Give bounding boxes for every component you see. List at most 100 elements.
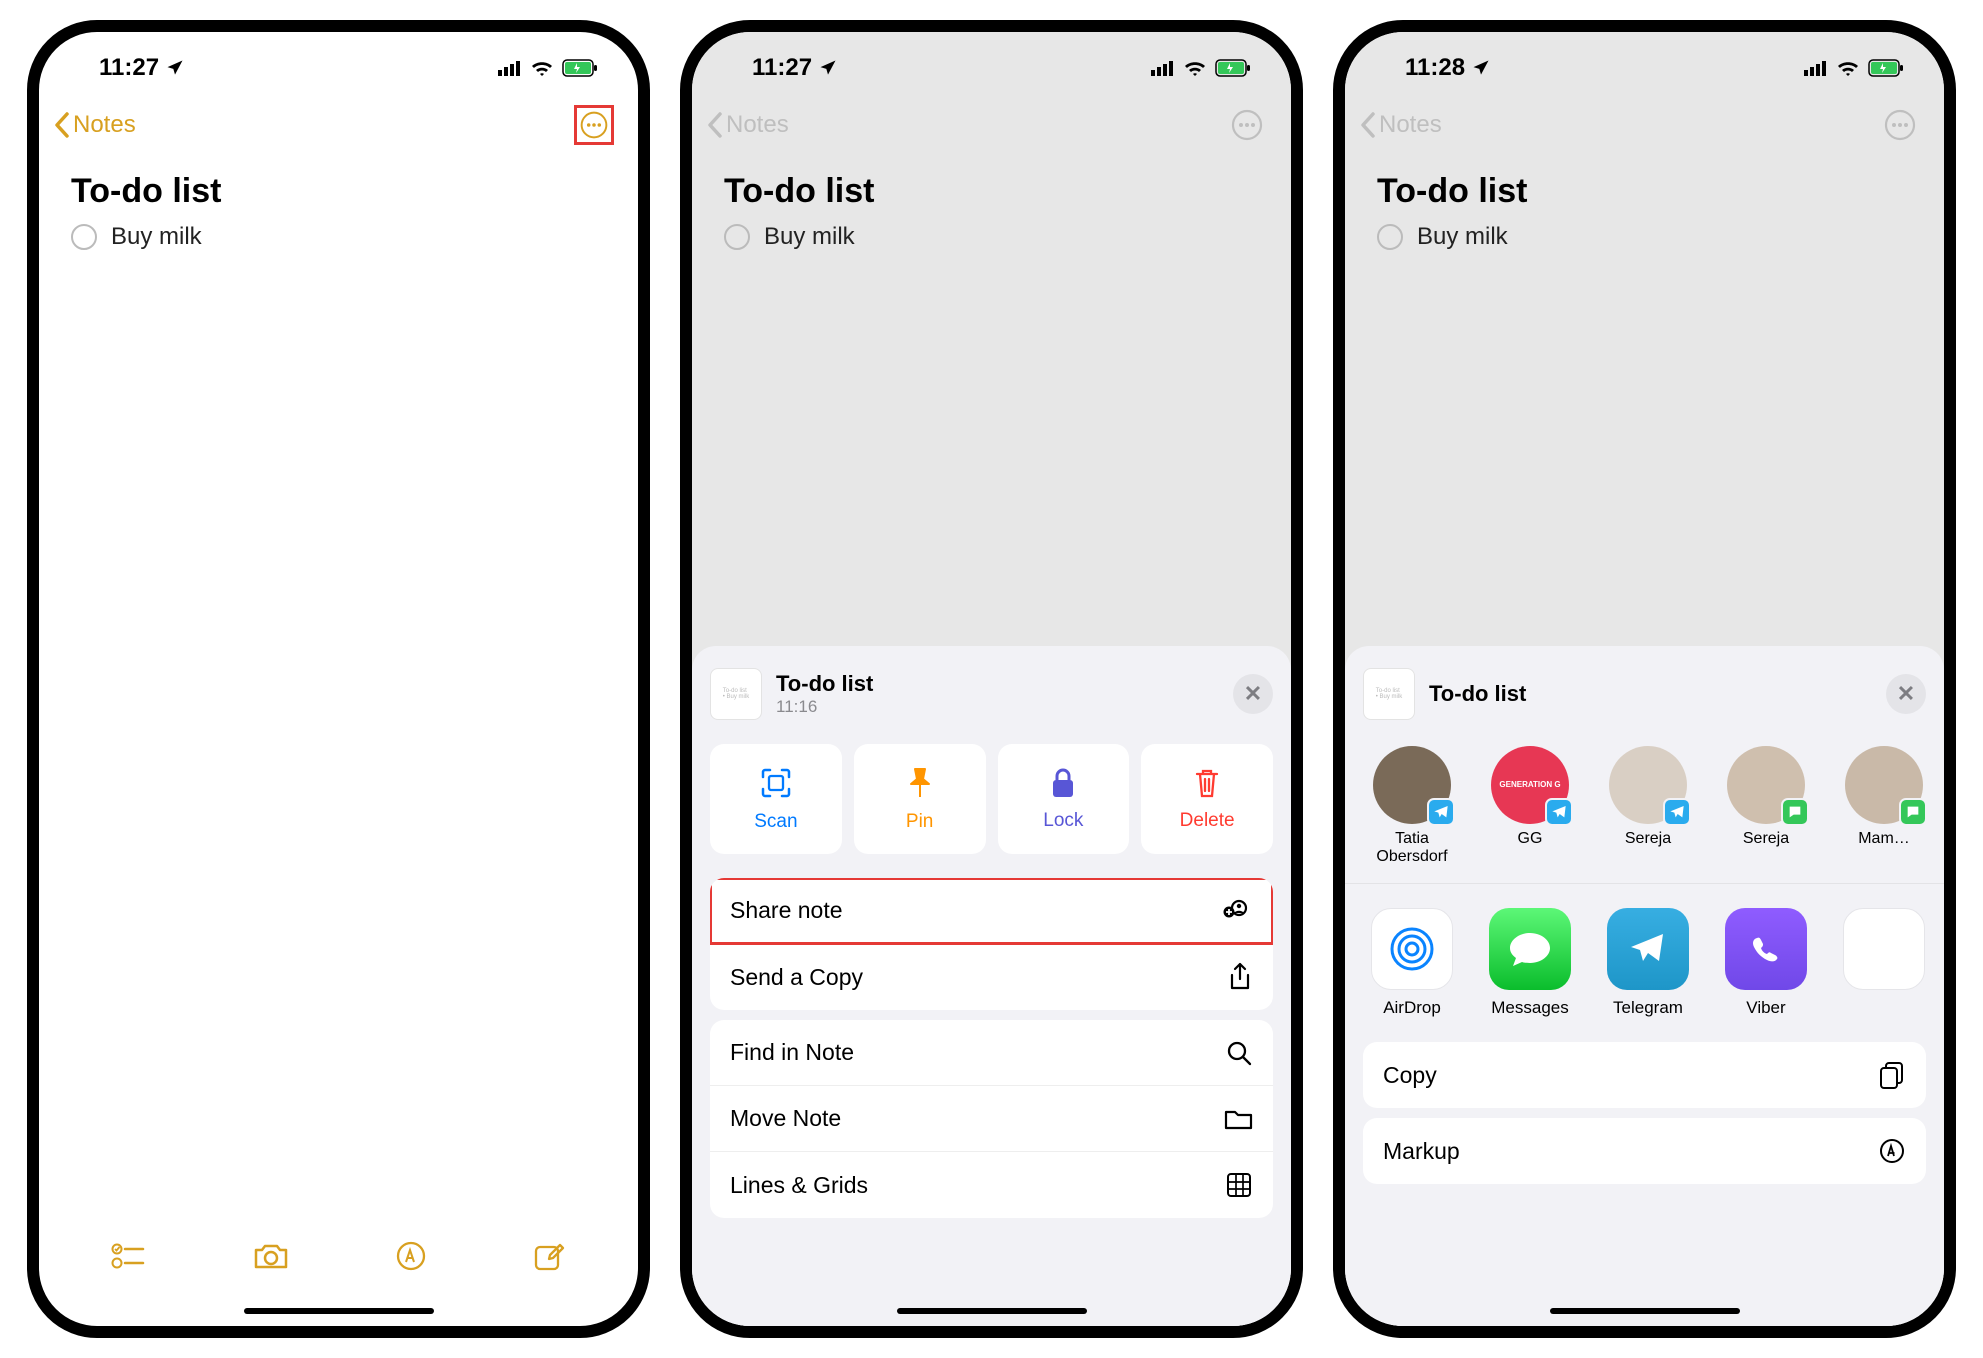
share-icon (1227, 962, 1253, 992)
menu-label: Send a Copy (730, 964, 863, 991)
telegram-badge-icon (1663, 798, 1691, 826)
cellular-icon (1804, 60, 1828, 76)
todo-item[interactable]: Buy milk (71, 223, 606, 251)
share-actions-group: Copy (1363, 1042, 1926, 1108)
home-indicator[interactable] (897, 1308, 1087, 1314)
chevron-left-icon (1359, 112, 1377, 138)
status-bar: 11:27 (39, 32, 638, 92)
share-note-row[interactable]: Share note (710, 878, 1273, 944)
search-icon (1225, 1039, 1253, 1067)
scan-icon (758, 765, 794, 801)
ellipsis-circle-icon (579, 108, 609, 142)
chevron-left-icon (53, 112, 71, 138)
share-contact[interactable]: Tatia Obersdorf (1365, 746, 1459, 865)
share-app-airdrop[interactable]: AirDrop (1365, 908, 1459, 1018)
share-contact[interactable]: Mam… (1837, 746, 1931, 865)
phone-frame-1: 11:27 Notes 21 March 2025, 11:16 To (27, 20, 650, 1338)
checklist-button[interactable] (111, 1241, 147, 1271)
menu-label: Lines & Grids (730, 1172, 868, 1199)
lock-button[interactable]: Lock (998, 744, 1130, 854)
contact-name: Tatia Obersdorf (1365, 830, 1459, 865)
viber-icon (1725, 908, 1807, 990)
cellular-icon (1151, 60, 1175, 76)
note-title: To-do list (1377, 172, 1912, 211)
todo-text: Buy milk (111, 223, 202, 251)
avatar: GENERATION G (1491, 746, 1569, 824)
home-indicator[interactable] (1550, 1308, 1740, 1314)
contact-name: Sereja (1743, 830, 1789, 848)
battery-icon (1215, 59, 1251, 77)
avatar-text: GENERATION G (1499, 781, 1560, 789)
checkbox-empty-icon (1377, 224, 1403, 250)
navigation-bar: Notes 21 March 2025, 11:16 (1345, 92, 1944, 150)
menu-group-1: Share note Send a Copy (710, 878, 1273, 1010)
copy-row[interactable]: Copy (1363, 1042, 1926, 1108)
app-label: AirDrop (1383, 998, 1441, 1018)
status-time: 11:28 (1405, 54, 1465, 82)
share-contact[interactable]: Sereja (1719, 746, 1813, 865)
folder-icon (1223, 1107, 1253, 1131)
find-in-note-row[interactable]: Find in Note (710, 1020, 1273, 1086)
share-apps-row[interactable]: AirDrop Messages Telegram Viber (1345, 884, 1944, 1028)
checkbox-empty-icon (724, 224, 750, 250)
wifi-icon (530, 59, 554, 77)
messages-icon (1489, 908, 1571, 990)
share-app-telegram[interactable]: Telegram (1601, 908, 1695, 1018)
trash-icon (1192, 766, 1222, 800)
status-bar: 11:28 (1345, 32, 1944, 92)
avatar (1609, 746, 1687, 824)
action-label: Lock (1043, 810, 1083, 832)
home-indicator[interactable] (244, 1308, 434, 1314)
lines-grids-row[interactable]: Lines & Grids (710, 1152, 1273, 1218)
delete-button[interactable]: Delete (1141, 744, 1273, 854)
wifi-icon (1836, 59, 1860, 77)
phone-frame-3: 11:28 Notes 21 March 2025, 11:16 To-do l… (1333, 20, 1956, 1338)
close-icon: ✕ (1244, 681, 1262, 707)
note-thumbnail: To-do list• Buy milk (710, 668, 762, 720)
cellular-icon (498, 60, 522, 76)
scan-button[interactable]: Scan (710, 744, 842, 854)
navigation-bar: Notes 21 March 2025, 11:16 (692, 92, 1291, 150)
telegram-icon (1607, 908, 1689, 990)
location-icon (1471, 58, 1491, 78)
note-content[interactable]: To-do list Buy milk (39, 150, 638, 273)
share-contact[interactable]: Sereja (1601, 746, 1695, 865)
markup-icon (1878, 1137, 1906, 1165)
markup-button[interactable] (395, 1240, 427, 1272)
share-app-messages[interactable]: Messages (1483, 908, 1577, 1018)
location-icon (818, 58, 838, 78)
note-content: To-do list Buy milk (692, 150, 1291, 273)
todo-item: Buy milk (1377, 223, 1912, 251)
pin-button[interactable]: Pin (854, 744, 986, 854)
note-actions-sheet: To-do list• Buy milk To-do list 11:16 ✕ … (692, 646, 1291, 1326)
chevron-left-icon (706, 112, 724, 138)
camera-button[interactable] (252, 1241, 290, 1271)
app-label: Viber (1746, 998, 1785, 1018)
share-contact[interactable]: GENERATION G GG (1483, 746, 1577, 865)
share-app-more[interactable] (1837, 908, 1931, 1018)
markup-row[interactable]: Markup (1363, 1118, 1926, 1184)
back-label: Notes (726, 111, 789, 139)
ellipsis-circle-icon (1883, 108, 1917, 142)
compose-button[interactable] (532, 1239, 566, 1273)
send-copy-row[interactable]: Send a Copy (710, 944, 1273, 1010)
avatar (1727, 746, 1805, 824)
telegram-badge-icon (1545, 798, 1573, 826)
checkbox-empty-icon[interactable] (71, 224, 97, 250)
move-note-row[interactable]: Move Note (710, 1086, 1273, 1152)
location-icon (165, 58, 185, 78)
close-button[interactable]: ✕ (1233, 674, 1273, 714)
share-contacts-row[interactable]: Tatia Obersdorf GENERATION G GG Sereja (1345, 734, 1944, 884)
pin-icon (905, 765, 935, 801)
close-button[interactable]: ✕ (1886, 674, 1926, 714)
lock-icon (1049, 766, 1077, 800)
note-thumbnail: To-do list• Buy milk (1363, 668, 1415, 720)
sheet-header: To-do list• Buy milk To-do list 11:16 ✕ (692, 656, 1291, 734)
back-label: Notes (73, 111, 136, 139)
share-app-viber[interactable]: Viber (1719, 908, 1813, 1018)
back-button[interactable]: Notes (53, 111, 136, 139)
more-button[interactable] (574, 105, 614, 145)
todo-text: Buy milk (764, 223, 855, 251)
contact-name: Sereja (1625, 830, 1671, 848)
messages-badge-icon (1899, 798, 1927, 826)
